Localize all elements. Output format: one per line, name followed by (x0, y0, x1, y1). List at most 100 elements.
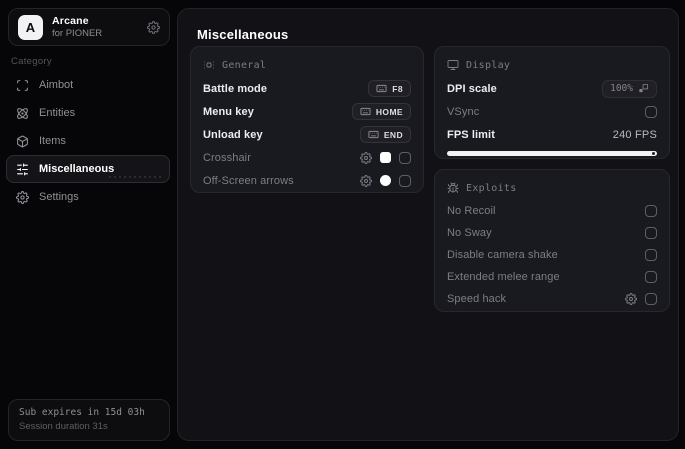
battle-mode-label: Battle mode (203, 82, 268, 95)
extended-melee-range-checkbox[interactable] (645, 271, 657, 283)
offscreen-arrows-controls (360, 174, 411, 187)
dpi-scale-label: DPI scale (447, 82, 497, 95)
setting-row-dpi-scale: DPI scale 100% (447, 77, 657, 100)
display-card: Display DPI scale 100% VSync FPS limit 2… (434, 46, 670, 159)
setting-row-unload-key: Unload key END (203, 123, 411, 146)
setting-row-battle-mode: Battle mode F8 (203, 77, 411, 100)
general-card: General Battle mode F8 Menu key HOME Unl… (190, 46, 424, 193)
gear-icon[interactable] (360, 175, 372, 187)
fps-slider-handle[interactable] (652, 152, 655, 155)
menu-keybind[interactable]: HOME (351, 103, 411, 120)
keybind-label: END (383, 129, 403, 140)
offscreen-arrows-checkbox[interactable] (399, 174, 411, 187)
sidebar-item-items[interactable]: Items (6, 127, 170, 155)
unload-keybind[interactable]: END (359, 126, 411, 143)
disable-camera-shake-label: Disable camera shake (447, 249, 558, 261)
monitor-icon (447, 59, 459, 71)
keyboard-icon (376, 83, 387, 94)
atom-icon (16, 107, 29, 120)
sidebar-item-label: Settings (39, 191, 79, 203)
exploits-card: Exploits No Recoil No Sway Disable camer… (434, 169, 670, 312)
keyboard-icon (360, 106, 371, 117)
exploits-card-header: Exploits (447, 179, 657, 197)
speed-hack-checkbox[interactable] (645, 293, 657, 305)
vsync-label: VSync (447, 105, 480, 118)
active-item-dots-decoration (109, 176, 161, 178)
page-title: Miscellaneous (197, 27, 289, 42)
settings-gear-icon[interactable] (147, 21, 160, 34)
display-card-title: Display (466, 59, 511, 71)
sliders-icon (16, 163, 29, 176)
sidebar-item-label: Aimbot (39, 79, 74, 91)
subscription-info-box: Sub expires in 15d 03h Session duration … (8, 399, 170, 441)
setting-row-crosshair: Crosshair (203, 146, 411, 169)
box-icon (16, 135, 29, 148)
setting-row-speed-hack: Speed hack (447, 288, 657, 310)
dpi-scale-value: 100% (610, 83, 633, 94)
setting-row-extended-melee-range: Extended melee range (447, 266, 657, 288)
keyboard-icon (368, 129, 379, 140)
sidebar-item-label: Entities (39, 107, 76, 119)
general-card-title: General (222, 59, 267, 71)
scan-icon (16, 79, 29, 92)
keybind-label: HOME (375, 106, 403, 117)
dpi-scale-control[interactable]: 100% (602, 79, 657, 98)
app-header: A Arcane for PIONER (8, 8, 170, 46)
fps-slider-fill (447, 151, 657, 156)
setting-row-no-sway: No Sway (447, 222, 657, 244)
sidebar-item-settings[interactable]: Settings (6, 183, 170, 211)
app-titles: Arcane for PIONER (52, 15, 147, 39)
gear-icon[interactable] (625, 293, 637, 305)
offscreen-arrows-label: Off-Screen arrows (203, 174, 294, 187)
gear-icon (16, 191, 29, 204)
no-recoil-checkbox[interactable] (645, 205, 657, 217)
fps-limit-slider[interactable] (447, 151, 657, 156)
crosshair-label: Crosshair (203, 151, 251, 164)
no-sway-label: No Sway (447, 227, 492, 239)
bug-icon (447, 182, 459, 194)
main-panel: Miscellaneous General Battle mode F8 Men… (177, 8, 679, 441)
category-label: Category (11, 56, 52, 67)
setting-row-offscreen-arrows: Off-Screen arrows (203, 169, 411, 192)
setting-row-no-recoil: No Recoil (447, 200, 657, 222)
gear-icon[interactable] (360, 152, 372, 164)
vsync-checkbox[interactable] (645, 105, 657, 118)
session-duration-text: Session duration 31s (19, 421, 108, 432)
grid-dots-icon (203, 59, 215, 71)
setting-row-menu-key: Menu key HOME (203, 100, 411, 123)
crosshair-controls (360, 151, 411, 164)
no-recoil-label: No Recoil (447, 205, 496, 217)
app-logo: A (18, 14, 43, 40)
app-subtitle: for PIONER (52, 28, 103, 39)
setting-row-fps-limit: FPS limit 240 FPS (447, 123, 657, 146)
sidebar-item-aimbot[interactable]: Aimbot (6, 71, 170, 99)
setting-row-vsync: VSync (447, 100, 657, 123)
general-card-header: General (203, 56, 411, 74)
sidebar-item-label: Miscellaneous (39, 163, 115, 175)
extended-melee-range-label: Extended melee range (447, 271, 560, 283)
crosshair-checkbox[interactable] (399, 151, 411, 164)
scale-icon (638, 83, 649, 94)
unload-key-label: Unload key (203, 128, 263, 141)
disable-camera-shake-checkbox[interactable] (645, 249, 657, 261)
crosshair-color-swatch[interactable] (380, 152, 391, 163)
sidebar-item-entities[interactable]: Entities (6, 99, 170, 127)
menu-key-label: Menu key (203, 105, 254, 118)
app-name: Arcane (52, 15, 89, 27)
fps-limit-value: 240 FPS (612, 128, 657, 141)
offscreen-arrows-color-swatch[interactable] (380, 175, 391, 186)
fps-limit-label: FPS limit (447, 128, 495, 141)
speed-hack-label: Speed hack (447, 293, 507, 305)
sidebar-item-label: Items (39, 135, 66, 147)
sub-expiry-text: Sub expires in 15d 03h (19, 407, 145, 418)
speed-hack-controls (625, 293, 657, 305)
sidebar-item-miscellaneous[interactable]: Miscellaneous (6, 155, 170, 183)
sidebar: A Arcane for PIONER Category Aimbot Enti… (0, 0, 174, 449)
battle-mode-keybind[interactable]: F8 (368, 80, 411, 97)
setting-row-disable-camera-shake: Disable camera shake (447, 244, 657, 266)
exploits-card-title: Exploits (466, 182, 517, 194)
keybind-label: F8 (392, 83, 403, 94)
display-card-header: Display (447, 56, 657, 74)
sidebar-nav: Aimbot Entities Items Miscellaneous Sett… (6, 71, 170, 211)
no-sway-checkbox[interactable] (645, 227, 657, 239)
